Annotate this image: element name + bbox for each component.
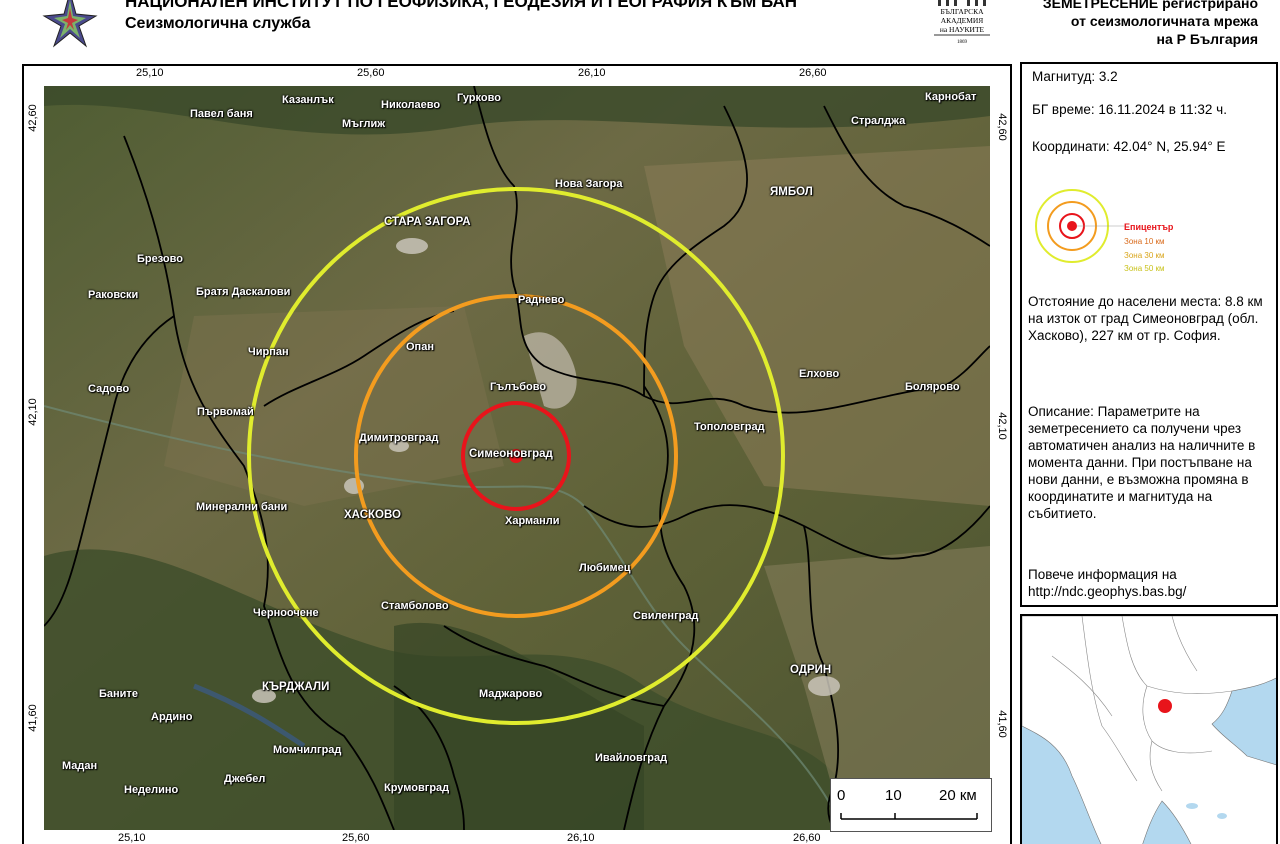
place-label: Свиленград: [633, 610, 699, 622]
tick-lat-left-1: 42,60: [27, 104, 39, 132]
place-label: ОДРИН: [790, 664, 832, 676]
place-label: Раковски: [88, 289, 139, 301]
place-label: Ардино: [151, 711, 193, 723]
place-label: Карнобат: [925, 91, 977, 103]
place-label: Раднево: [518, 294, 565, 306]
inset-map[interactable]: [1020, 614, 1278, 844]
place-label: Стамболово: [381, 600, 449, 612]
tick-lon-bottom-3: 26,10: [567, 832, 595, 844]
more-info-link[interactable]: http://ndc.geophys.bas.bg/: [1028, 583, 1268, 600]
place-label: Крумовград: [384, 782, 450, 794]
place-label: СТАРА ЗАГОРА: [384, 216, 471, 228]
scale-label-10: 10: [885, 787, 902, 804]
place-label: Джебел: [224, 773, 266, 785]
coordinates: Координати: 42.04° N, 25.94° E: [1032, 139, 1226, 154]
legend-zone10: Зона 10 км: [1124, 237, 1165, 246]
place-label: Братя Даскалови: [196, 286, 291, 298]
tick-lon-bottom-1: 25,10: [118, 832, 146, 844]
institute-logo: [42, 0, 98, 48]
header-right-line1: ЗЕМЕТРЕСЕНИЕ регистрирано: [1042, 0, 1258, 11]
place-label: Гурково: [457, 92, 501, 104]
place-label: Първомай: [197, 406, 254, 418]
inset-map-canvas: [1022, 616, 1276, 844]
tick-lon-bottom-2: 25,60: [342, 832, 370, 844]
scale-label-20: 20 км: [939, 787, 977, 804]
inset-epicenter-marker: [1158, 699, 1172, 713]
tick-lon-bottom-4: 26,60: [793, 832, 821, 844]
place-label: Мъглиж: [342, 118, 386, 130]
place-label: Нова Загора: [555, 178, 623, 190]
place-label: Стралджа: [851, 115, 906, 127]
place-label: Баните: [99, 688, 138, 700]
scale-ruler: [840, 813, 978, 820]
place-label: Гълъбово: [490, 381, 547, 393]
legend-zone50: Зона 50 км: [1124, 264, 1165, 273]
place-label: Момчилград: [273, 744, 342, 756]
place-label: Харманли: [505, 515, 560, 527]
place-label: Черноочене: [253, 607, 319, 619]
bas-line1: БЪЛГАРСКА: [940, 7, 984, 16]
header-right-line2: от сеизмологичната мрежа: [1070, 13, 1258, 29]
place-label: Николаево: [381, 99, 441, 111]
place-label: Елхово: [799, 368, 840, 380]
tick-lat-left-3: 41,60: [27, 704, 39, 732]
place-label: Димитровград: [359, 432, 439, 444]
distance-text: Отстояние до населени места: 8.8 км на и…: [1028, 294, 1263, 343]
place-label: Павел баня: [190, 108, 253, 120]
place-label: КЪРДЖАЛИ: [262, 681, 330, 693]
place-label: Минерални бани: [196, 501, 288, 513]
header-right-line3: на Р България: [1156, 31, 1258, 47]
info-panel: Магнитуд: 3.2 БГ време: 16.11.2024 в 11:…: [1020, 62, 1278, 607]
header-right: ЗЕМЕТРЕСЕНИЕ регистрирано от сеизмологич…: [1043, 0, 1258, 48]
tick-lat-right-1: 42,60: [996, 113, 1008, 141]
bas-line2: АКАДЕМИЯ: [941, 16, 984, 25]
place-label: Садово: [88, 383, 130, 395]
event-time: БГ време: 16.11.2024 в 11:32 ч.: [1032, 102, 1227, 117]
bas-line3: на НАУКИТЕ: [940, 25, 985, 34]
place-label: Неделино: [124, 784, 179, 796]
scale-bar: 0 10 20 км: [830, 778, 992, 832]
place-label: Мадан: [62, 760, 98, 772]
place-label: Маджарово: [479, 688, 543, 700]
description-text: Описание: Параметрите на земетресението …: [1028, 404, 1256, 521]
tick-lat-right-2: 42,10: [996, 412, 1008, 440]
tick-lon-top-4: 26,60: [799, 67, 827, 79]
place-label: Брезово: [137, 253, 183, 265]
magnitude: Магнитуд: 3.2: [1032, 69, 1118, 84]
legend-zone30: Зона 30 км: [1124, 251, 1165, 260]
place-label: Чирпан: [248, 346, 289, 358]
place-label: ЯМБОЛ: [770, 186, 813, 198]
tick-lat-left-2: 42,10: [27, 398, 39, 426]
tick-lat-right-3: 41,60: [996, 710, 1008, 738]
scale-label-0: 0: [837, 787, 846, 804]
place-label: Любимец: [579, 562, 631, 574]
service-title: Сеизмологична служба: [125, 15, 311, 32]
place-label: Казанлък: [282, 94, 334, 106]
tick-lon-top-2: 25,60: [357, 67, 385, 79]
bas-logo: БЪЛГАРСКА АКАДЕМИЯ на НАУКИТЕ 1869: [934, 0, 990, 45]
place-label: Опан: [406, 341, 434, 353]
place-label: ХАСКОВО: [344, 509, 401, 521]
bas-year: 1869: [957, 40, 968, 45]
more-info-text: Повече информация на: [1028, 567, 1177, 582]
zone-legend-graphic: [1035, 189, 1126, 263]
header: НАЦИОНАЛЕН ИНСТИТУТ ПО ГЕОФИЗИКА, ГЕОДЕЗ…: [0, 0, 1280, 58]
tick-lon-top-3: 26,10: [578, 67, 606, 79]
place-label: Тополовград: [694, 421, 765, 433]
institute-title: НАЦИОНАЛЕН ИНСТИТУТ ПО ГЕОФИЗИКА, ГЕОДЕЗ…: [125, 0, 798, 11]
place-label: Ивайловград: [595, 752, 668, 764]
tick-lon-top-1: 25,10: [136, 67, 164, 79]
legend-epicenter: Епицентър: [1124, 222, 1174, 232]
place-label: Болярово: [905, 381, 960, 393]
place-label-epicenter-town: Симеоновград: [469, 448, 553, 460]
